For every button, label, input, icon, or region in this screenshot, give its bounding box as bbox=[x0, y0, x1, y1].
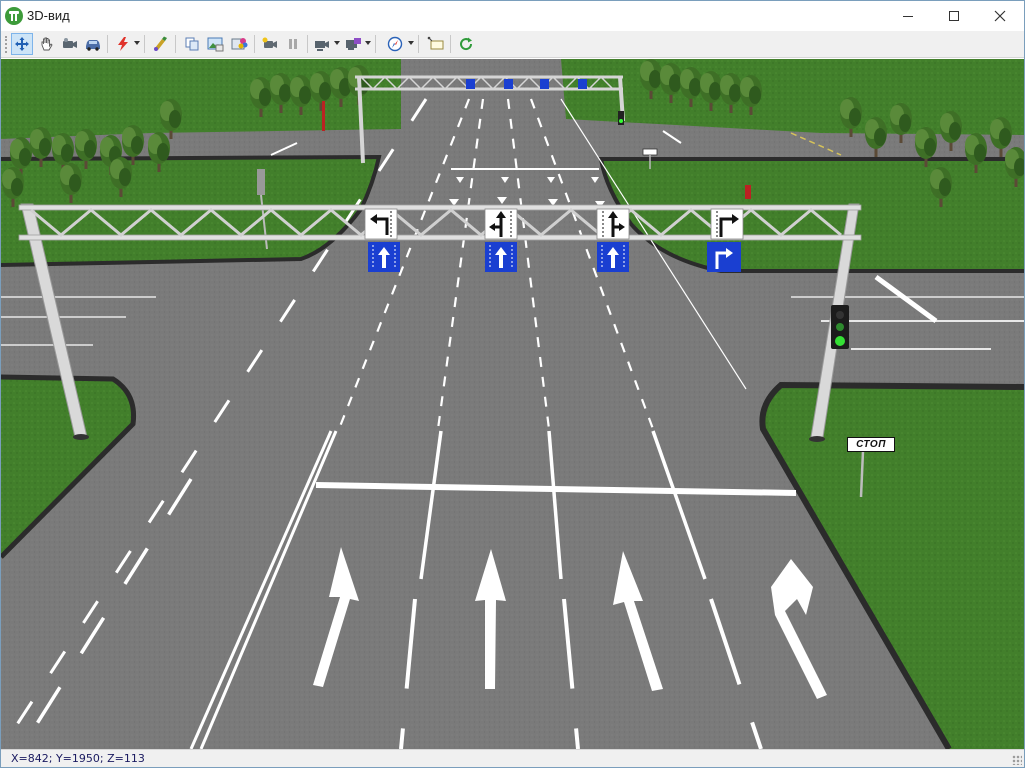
toolbar-separator bbox=[450, 35, 451, 53]
video-camera-icon bbox=[262, 37, 277, 48]
compass-dropdown-arrow[interactable] bbox=[408, 41, 414, 45]
refresh-icon bbox=[460, 37, 473, 51]
compass-icon bbox=[387, 36, 403, 52]
status-bar: X=842; Y=1950; Z=113 bbox=[1, 749, 1024, 767]
camera-icon bbox=[63, 38, 77, 48]
effects-dropdown-arrow[interactable] bbox=[134, 41, 140, 45]
coordinates-readout: X=842; Y=1950; Z=113 bbox=[11, 752, 145, 765]
resize-grip[interactable] bbox=[1012, 755, 1022, 765]
tooltip-button[interactable] bbox=[425, 33, 447, 55]
stop-sign-text: СТОП bbox=[856, 439, 886, 450]
video-camera-button[interactable] bbox=[259, 33, 281, 55]
close-icon bbox=[994, 10, 1006, 22]
maximize-button[interactable] bbox=[931, 1, 977, 31]
minimize-icon bbox=[903, 15, 913, 17]
app-window: 3D-вид СТОП X=842; Y=1950; Z=113 bbox=[0, 0, 1025, 768]
move-tool-button[interactable] bbox=[11, 33, 33, 55]
toolbar-separator bbox=[175, 35, 176, 53]
paint-tool-button[interactable] bbox=[150, 33, 172, 55]
export-dropdown-arrow[interactable] bbox=[365, 41, 371, 45]
toolbar bbox=[1, 31, 1024, 58]
toolbar-separator bbox=[375, 35, 376, 53]
driver-view-button[interactable] bbox=[82, 33, 104, 55]
tooltip-icon bbox=[427, 36, 444, 50]
pause-icon bbox=[289, 39, 297, 49]
picture-icon bbox=[207, 37, 224, 52]
copy-icon bbox=[185, 37, 199, 51]
stop-sign-plate: СТОП bbox=[847, 437, 895, 452]
refresh-button[interactable] bbox=[455, 33, 477, 55]
palette-button[interactable] bbox=[229, 33, 251, 55]
title-bar: 3D-вид bbox=[1, 1, 1024, 31]
effects-button[interactable] bbox=[112, 33, 134, 55]
road-scene bbox=[1, 59, 1024, 749]
move-icon bbox=[15, 37, 29, 51]
toolbar-separator bbox=[307, 35, 308, 53]
camera-view-button[interactable] bbox=[59, 33, 81, 55]
3d-viewport[interactable]: СТОП bbox=[1, 59, 1024, 749]
maximize-icon bbox=[949, 11, 959, 21]
record-button[interactable] bbox=[312, 33, 334, 55]
app-logo-icon bbox=[5, 7, 23, 25]
close-button[interactable] bbox=[977, 1, 1023, 31]
export-button[interactable] bbox=[343, 33, 365, 55]
export-icon bbox=[346, 38, 361, 50]
toolbar-separator bbox=[418, 35, 419, 53]
lightning-icon bbox=[118, 37, 128, 51]
toolbar-grip[interactable] bbox=[5, 36, 7, 53]
palette-icon bbox=[231, 38, 248, 50]
window-title: 3D-вид bbox=[27, 8, 70, 23]
toolbar-separator bbox=[254, 35, 255, 53]
hand-pan-icon bbox=[41, 37, 53, 51]
copy-button[interactable] bbox=[181, 33, 203, 55]
toolbar-separator bbox=[107, 35, 108, 53]
record-dropdown-arrow[interactable] bbox=[334, 41, 340, 45]
minimize-button[interactable] bbox=[885, 1, 931, 31]
compass-button[interactable] bbox=[384, 33, 406, 55]
pan-tool-button[interactable] bbox=[36, 33, 58, 55]
pause-button[interactable] bbox=[282, 33, 304, 55]
car-icon bbox=[86, 40, 100, 51]
screenshot-button[interactable] bbox=[205, 33, 227, 55]
record-icon bbox=[315, 41, 329, 51]
toolbar-separator bbox=[144, 35, 145, 53]
paint-tool-icon bbox=[154, 36, 167, 51]
